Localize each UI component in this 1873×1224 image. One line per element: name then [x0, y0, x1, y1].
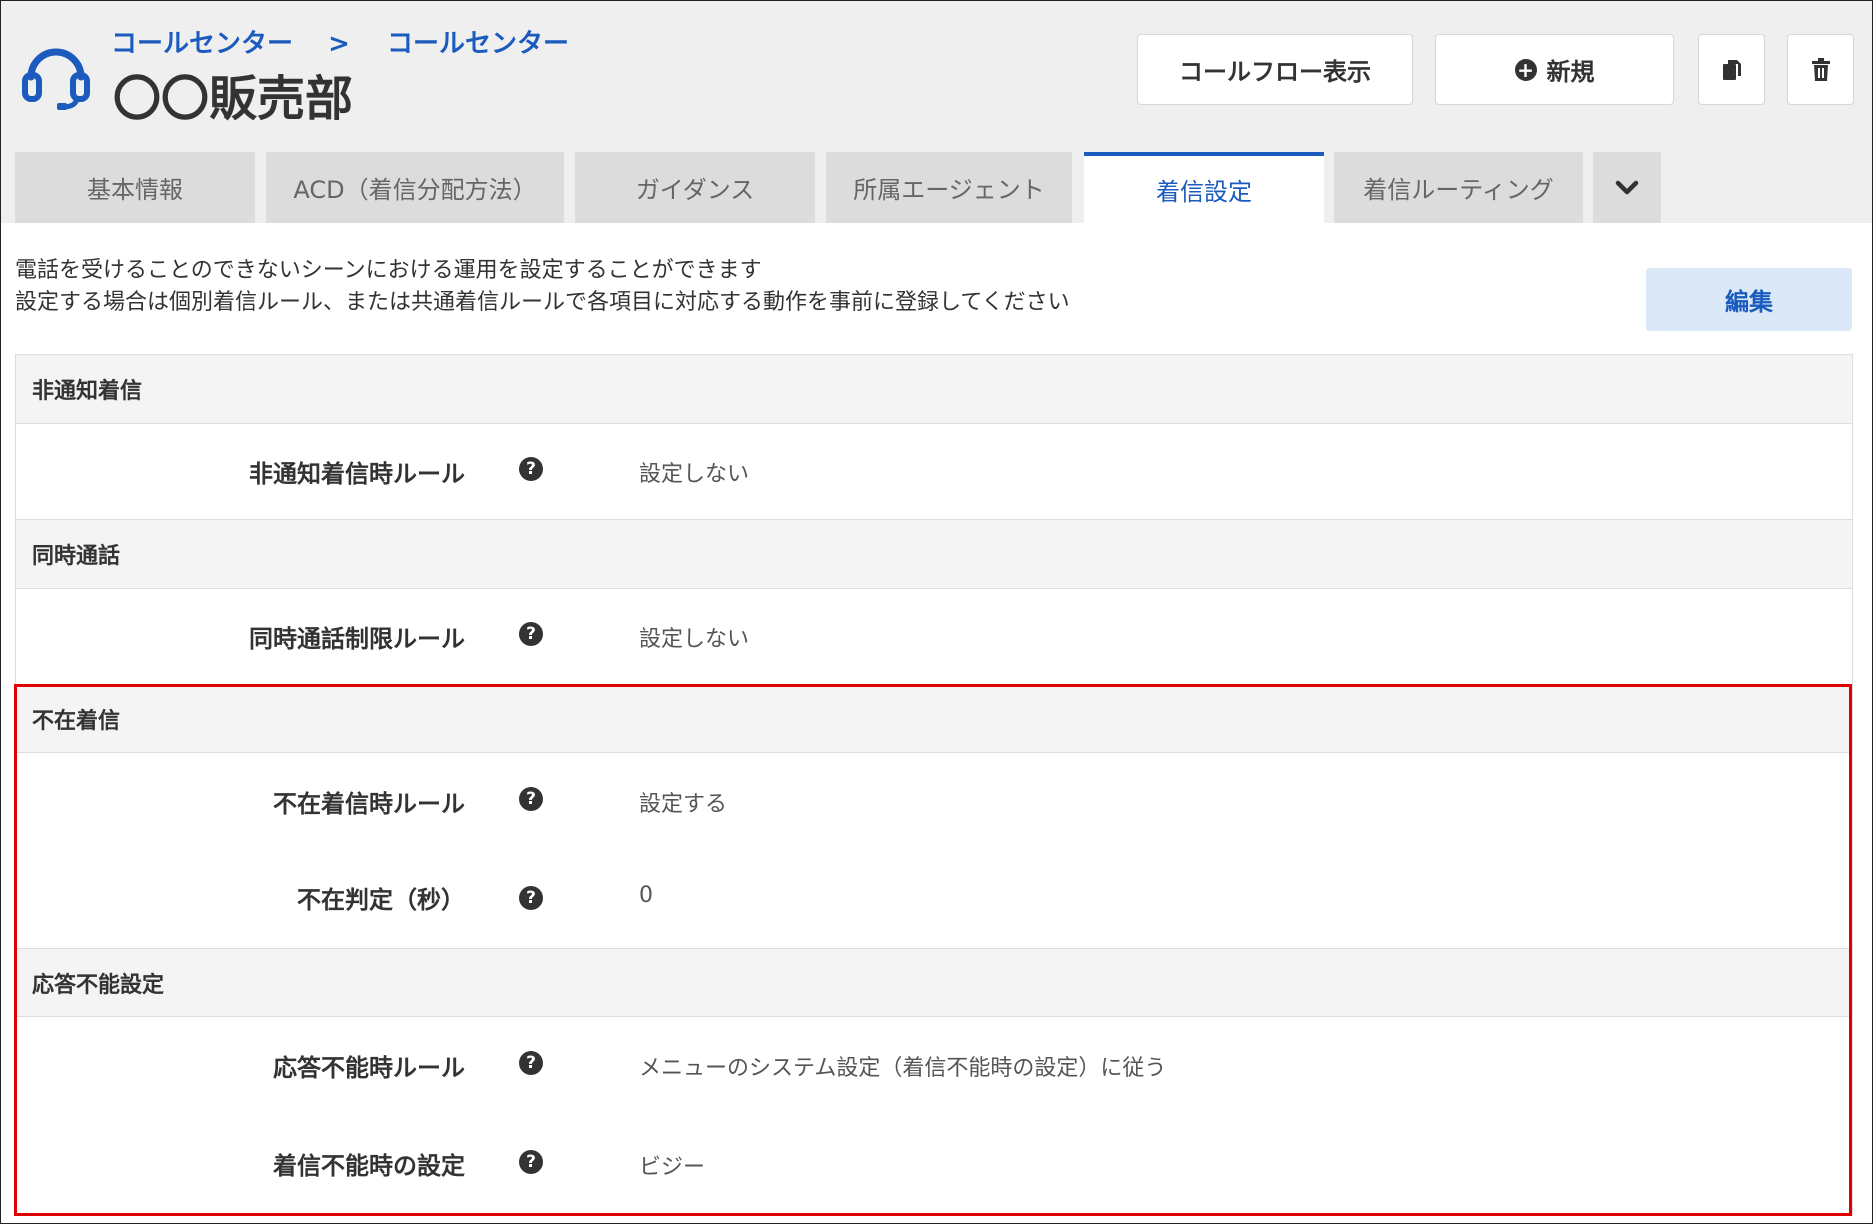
- callflow-button-label: コールフロー表示: [1179, 58, 1371, 86]
- row-value: 設定しない: [639, 462, 750, 487]
- new-button[interactable]: + 新規: [1435, 34, 1674, 105]
- headset-icon: [22, 48, 90, 110]
- tab-label: 着信ルーティング: [1363, 176, 1554, 204]
- tab-label: 基本情報: [87, 176, 183, 204]
- breadcrumb-item-parent[interactable]: コールセンター: [111, 29, 293, 59]
- copy-icon: [1722, 59, 1741, 80]
- section-header-concurrent-call: 同時通話: [16, 520, 1852, 588]
- trash-icon: [1811, 57, 1830, 81]
- edit-button-label: 編集: [1725, 288, 1773, 316]
- callflow-button[interactable]: コールフロー表示: [1137, 34, 1413, 105]
- row-label: 同時通話制限ルール: [249, 625, 465, 653]
- new-button-label: 新規: [1546, 58, 1595, 86]
- section-title: 非通知着信: [32, 379, 143, 404]
- help-icon[interactable]: ?: [519, 622, 543, 646]
- tab-label: 所属エージェント: [853, 176, 1045, 204]
- help-icon[interactable]: ?: [519, 457, 543, 481]
- breadcrumb-item-current[interactable]: コールセンター: [387, 29, 569, 59]
- tab-label: ACD（着信分配方法）: [293, 176, 537, 204]
- tab-agents[interactable]: 所属エージェント: [826, 152, 1072, 223]
- divider: [16, 588, 1852, 589]
- description-line-2: 設定する場合は個別着信ルール、または共通着信ルールで各項目に対応する動作を事前に…: [15, 290, 1070, 315]
- tab-acd[interactable]: ACD（着信分配方法）: [266, 152, 564, 223]
- page-title: 〇〇販売部: [113, 71, 354, 127]
- plus-circle-icon: +: [1514, 58, 1537, 81]
- edit-button[interactable]: 編集: [1646, 268, 1852, 331]
- description-text: 電話を受けることのできないシーンにおける運用を設定することができます 設定する場…: [15, 255, 1070, 319]
- section-header-anonymous-call: 非通知着信: [16, 355, 1852, 423]
- tab-guidance[interactable]: ガイダンス: [575, 152, 815, 223]
- delete-button[interactable]: [1787, 34, 1854, 105]
- section-title: 同時通話: [32, 544, 121, 569]
- description-line-1: 電話を受けることのできないシーンにおける運用を設定することができます: [15, 258, 762, 283]
- tab-basic-info[interactable]: 基本情報: [15, 152, 255, 223]
- row-label: 非通知着信時ルール: [249, 460, 465, 488]
- breadcrumb-separator: >: [328, 29, 350, 59]
- copy-button[interactable]: [1698, 34, 1765, 105]
- tab-incoming-settings[interactable]: 着信設定: [1084, 152, 1324, 223]
- breadcrumb: コールセンター > コールセンター: [111, 23, 569, 60]
- more-tabs-button[interactable]: [1593, 152, 1661, 223]
- divider: [16, 423, 1852, 424]
- tab-label: 着信設定: [1156, 178, 1252, 206]
- tab-label: ガイダンス: [635, 176, 755, 204]
- row-value: 設定しない: [639, 627, 750, 652]
- highlight-box: [14, 684, 1852, 1216]
- page-header: コールセンター > コールセンター 〇〇販売部 コールフロー表示 + 新規 基本…: [1, 1, 1872, 223]
- chevron-down-icon: [1615, 180, 1639, 194]
- tab-incoming-routing[interactable]: 着信ルーティング: [1334, 152, 1583, 223]
